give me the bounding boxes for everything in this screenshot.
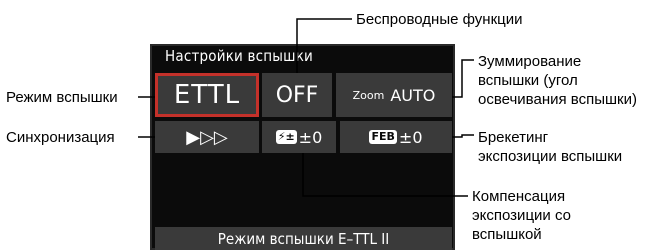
callout-sync: Синхронизация bbox=[6, 129, 115, 146]
callout-feb-line2: экспозиции вспышки bbox=[478, 148, 623, 165]
callout-feb-line1: Брекетинг bbox=[478, 129, 549, 146]
leader-zoom bbox=[452, 59, 474, 98]
callout-zoom-line3: освечивания вспышки) bbox=[478, 91, 637, 108]
callout-wireless: Беспроводные функции bbox=[356, 11, 523, 28]
callout-comp-line3: вспышкой bbox=[472, 226, 542, 243]
leader-feb bbox=[452, 134, 474, 138]
callout-comp-line1: Компенсация bbox=[472, 188, 566, 205]
callout-zoom-line2: вспышки (угол bbox=[478, 72, 578, 89]
callout-comp-line2: экспозиции со bbox=[472, 207, 571, 224]
leader-comp bbox=[302, 153, 468, 197]
callout-flash-mode: Режим вспышки bbox=[6, 89, 118, 106]
leader-wireless bbox=[296, 18, 352, 73]
callout-zoom-line1: Зуммирование bbox=[478, 53, 582, 70]
